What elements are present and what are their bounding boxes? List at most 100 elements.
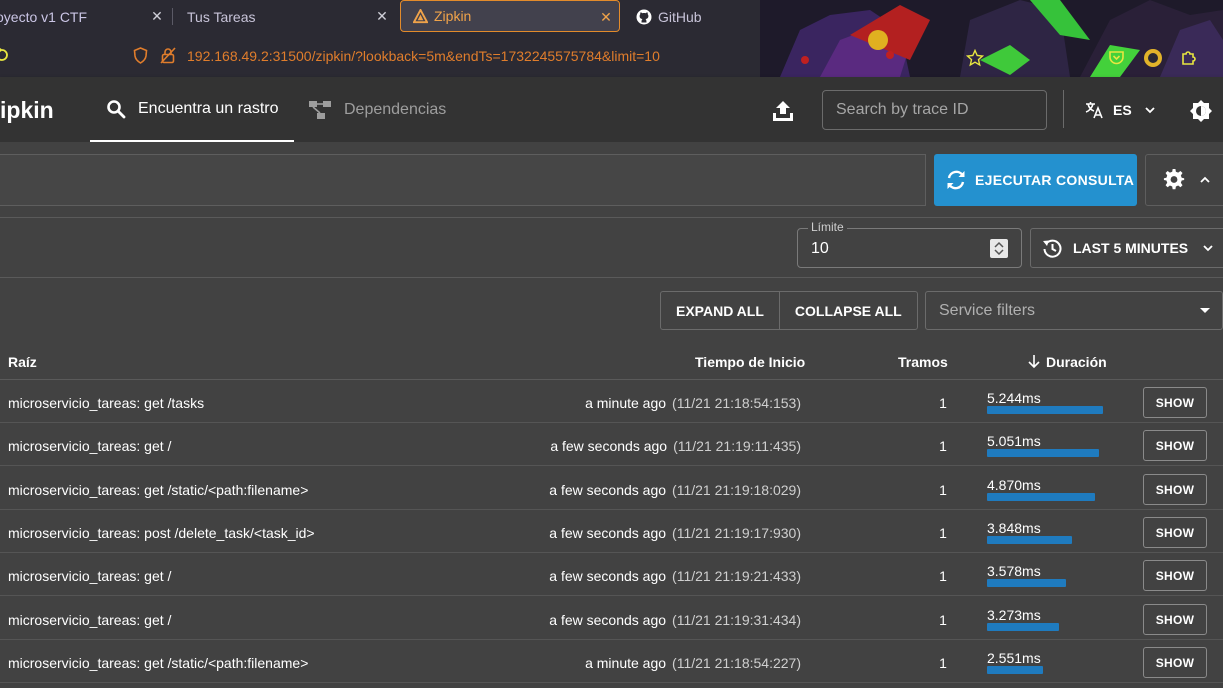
expand-all-button[interactable]: EXPAND ALL [661,292,779,329]
limit-value[interactable]: 10 [811,240,829,258]
table-row[interactable]: microservicio_tareas: get /tasks a minute… [0,380,1223,423]
column-header-duration[interactable]: Duración [1046,354,1107,370]
table-row[interactable]: microservicio_tareas: get / a few seconds… [0,553,1223,596]
show-trace-button[interactable]: SHOW [1143,647,1207,678]
table-row[interactable]: microservicio_tareas: post /delete_task/… [0,510,1223,553]
run-query-button[interactable]: EJECUTAR CONSULTA [934,154,1137,206]
table-row[interactable]: microservicio_tareas: get /static/<path:… [0,467,1223,510]
limit-stepper[interactable] [990,239,1008,258]
lookback-selector[interactable]: LAST 5 MINUTES [1030,228,1223,268]
criteria-input[interactable] [0,154,926,206]
tab-title: Tus Tareas [187,8,256,25]
close-icon[interactable]: ✕ [599,9,613,26]
table-row[interactable]: microservicio_tareas: get /static/<path:… [0,640,1223,683]
collapse-all-button[interactable]: COLLAPSE ALL [778,292,917,329]
table-row[interactable]: microservicio_tareas: get / a few seconds… [0,423,1223,466]
start-time-relative: a few seconds ago [549,482,667,498]
header-divider [1063,90,1064,128]
start-time-absolute: (11/21 21:19:11:435) [673,438,801,454]
tab-find-trace[interactable]: Encuentra un rastro [90,77,294,142]
start-time-relative: a few seconds ago [550,438,668,454]
reload-icon[interactable] [0,47,10,63]
trace-id-search[interactable] [822,90,1047,130]
duration-value: 4.870ms [987,477,1041,493]
search-input[interactable] [823,91,1046,129]
duration-value: 5.244ms [987,390,1041,406]
pocket-icon[interactable] [1108,49,1125,66]
history-icon [1043,239,1062,258]
duration-bar [987,493,1095,501]
root-span-name: microservicio_tareas: get / [8,568,172,584]
root-span-name: microservicio_tareas: post /delete_task/… [8,525,315,541]
start-time: a few seconds ago (11/21 21:19:18:029) [549,482,801,498]
stepper-arrows-icon [994,241,1004,256]
start-time-absolute: (11/21 21:19:21:433) [672,568,801,584]
show-trace-button[interactable]: SHOW [1143,430,1207,461]
root-span-name: microservicio_tareas: get / [8,438,172,454]
tab-title: Zipkin [434,8,472,24]
column-header-spans[interactable]: Tramos [898,354,948,370]
extensions-icon[interactable] [1180,48,1198,66]
start-time: a minute ago (11/21 21:18:54:227) [585,655,801,671]
close-icon[interactable]: ✕ [150,8,164,25]
tab-title: GitHub [658,8,702,25]
show-trace-button[interactable]: SHOW [1143,387,1207,418]
root-span-name: microservicio_tareas: get / [8,612,172,628]
tab-dependencies[interactable]: Dependencias [308,77,468,142]
span-count: 1 [939,525,947,541]
duration-value: 2.551ms [987,650,1041,666]
lookback-label: LAST 5 MINUTES [1073,240,1189,256]
search-icon [107,99,126,118]
start-time-relative: a minute ago [585,395,667,411]
start-time-absolute: (11/21 21:18:54:153) [672,395,801,411]
column-header-root[interactable]: Raíz [8,354,37,370]
tab-label: Encuentra un rastro [138,99,279,117]
start-time: a few seconds ago (11/21 21:19:21:433) [549,568,801,584]
span-count: 1 [939,438,947,454]
app-logo-text[interactable]: ipkin [0,97,54,124]
browser-tab[interactable]: oyecto v1 CTF ✕ [0,0,170,33]
show-trace-button[interactable]: SHOW [1143,560,1207,591]
expand-collapse-group: EXPAND ALL COLLAPSE ALL [660,291,918,330]
theme-toggle-icon[interactable] [1189,99,1213,123]
root-span-name: microservicio_tareas: get /tasks [8,395,205,411]
sort-arrow-down-icon[interactable] [1027,354,1041,369]
duration-bar [987,623,1059,631]
results-controls: EXPAND ALL COLLAPSE ALL Service filters [0,278,1223,342]
duration-bar [987,579,1066,587]
query-panel: EJECUTAR CONSULTA [0,142,1223,218]
duration-bar [987,449,1099,457]
root-span-name: microservicio_tareas: get /static/<path:… [8,655,309,671]
close-icon[interactable]: ✕ [375,8,389,25]
start-time-relative: a few seconds ago [549,525,667,541]
span-count: 1 [939,482,947,498]
start-time-relative: a few seconds ago [549,612,667,628]
duration-value: 5.051ms [987,433,1041,449]
show-trace-button[interactable]: SHOW [1143,517,1207,548]
extension-badge-icon[interactable] [1143,48,1163,68]
language-selector[interactable]: ES [1084,100,1156,120]
start-time: a few seconds ago (11/21 21:19:31:434) [549,612,801,628]
show-trace-button[interactable]: SHOW [1143,604,1207,635]
table-row[interactable]: microservicio_tareas: get / a few seconds… [0,597,1223,640]
column-header-start-time[interactable]: Tiempo de Inicio [695,354,805,370]
duration-bar [987,406,1103,414]
url-text[interactable]: 192.168.49.2:31500/zipkin/?lookback=5m&e… [187,48,660,64]
chevron-down-icon [1203,245,1213,252]
star-icon[interactable] [966,49,984,67]
browser-tab[interactable]: Tus Tareas ✕ [175,0,395,33]
upload-icon[interactable] [771,99,795,123]
service-filters-select[interactable]: Service filters [925,291,1223,330]
shield-icon[interactable] [133,47,148,64]
limit-label: Límite [808,220,847,234]
insecure-lock-icon[interactable] [160,47,176,64]
browser-tab-active[interactable]: Zipkin ✕ [400,0,620,32]
settings-toggle-button[interactable] [1145,154,1223,206]
start-time: a few seconds ago (11/21 21:19:17:930) [549,525,801,541]
chevron-up-icon [1200,176,1210,183]
limit-field[interactable]: Límite 10 [797,220,1022,268]
show-trace-button[interactable]: SHOW [1143,474,1207,505]
start-time-absolute: (11/21 21:19:18:029) [672,482,801,498]
span-count: 1 [939,568,947,584]
github-icon [636,9,652,24]
